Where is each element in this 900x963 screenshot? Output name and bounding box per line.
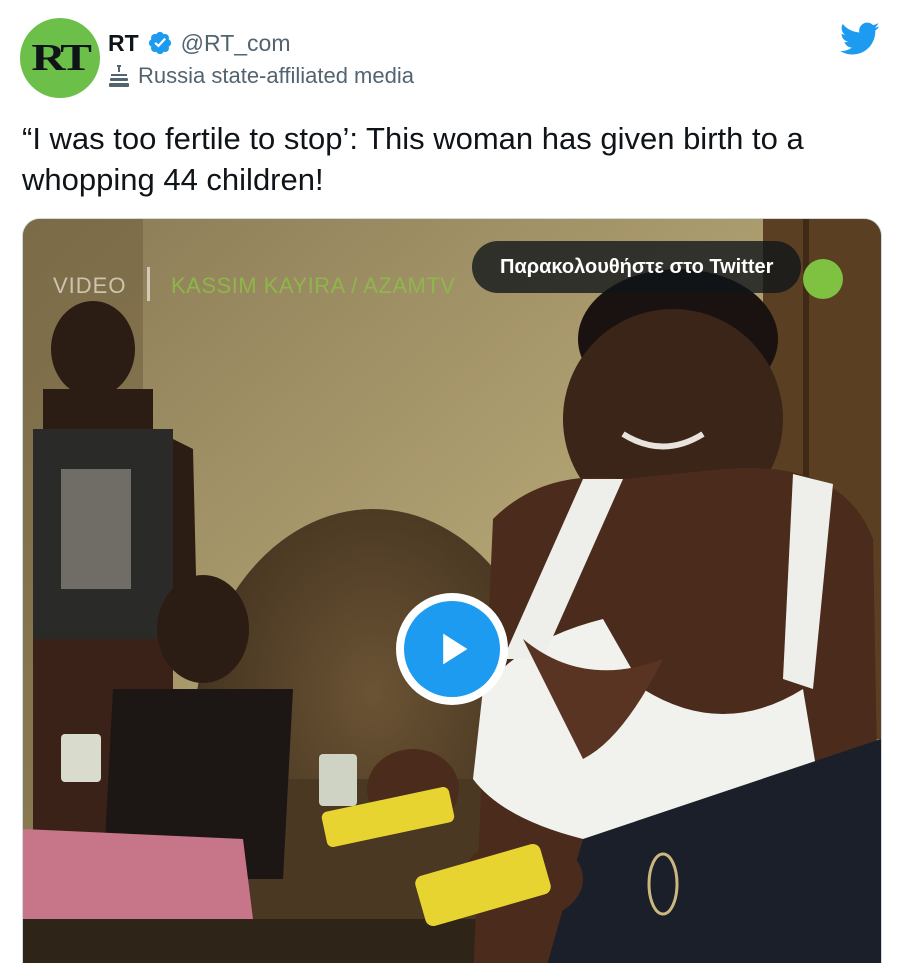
overlay-divider xyxy=(147,267,150,301)
play-button-inner xyxy=(404,601,500,697)
twitter-bird-icon[interactable] xyxy=(840,22,880,56)
watch-on-twitter-button[interactable]: Παρακολουθήστε στο Twitter xyxy=(472,241,802,293)
state-media-icon xyxy=(108,64,130,88)
verified-badge-icon xyxy=(147,30,173,56)
avatar-logo-text: RT xyxy=(31,37,93,79)
author-display-name[interactable]: RT xyxy=(108,30,139,57)
tweet-text: “I was too fertile to stop’: This woman … xyxy=(22,121,804,197)
watch-on-twitter-label: Παρακολουθήστε στο Twitter xyxy=(500,255,774,278)
author-handle[interactable]: @RT_com xyxy=(181,30,291,57)
author-name-row: RT @RT_com xyxy=(108,28,291,58)
video-media[interactable]: VIDEO KASSIM KAYIRA / AZAMTV Παρακολουθή… xyxy=(22,218,882,963)
overlay-credit: KASSIM KAYIRA / AZAMTV xyxy=(171,273,456,298)
state-media-label: Russia state-affiliated media xyxy=(138,63,414,88)
play-button[interactable] xyxy=(396,593,508,705)
state-media-label-row[interactable]: Russia state-affiliated media xyxy=(108,62,414,90)
tweet-card: RT RT @RT_com Russia state-affiliated me… xyxy=(0,0,900,963)
play-icon xyxy=(443,633,468,665)
video-thumbnail xyxy=(23,219,881,963)
author-avatar[interactable]: RT xyxy=(20,18,100,98)
overlay-video-label: VIDEO xyxy=(53,273,127,298)
